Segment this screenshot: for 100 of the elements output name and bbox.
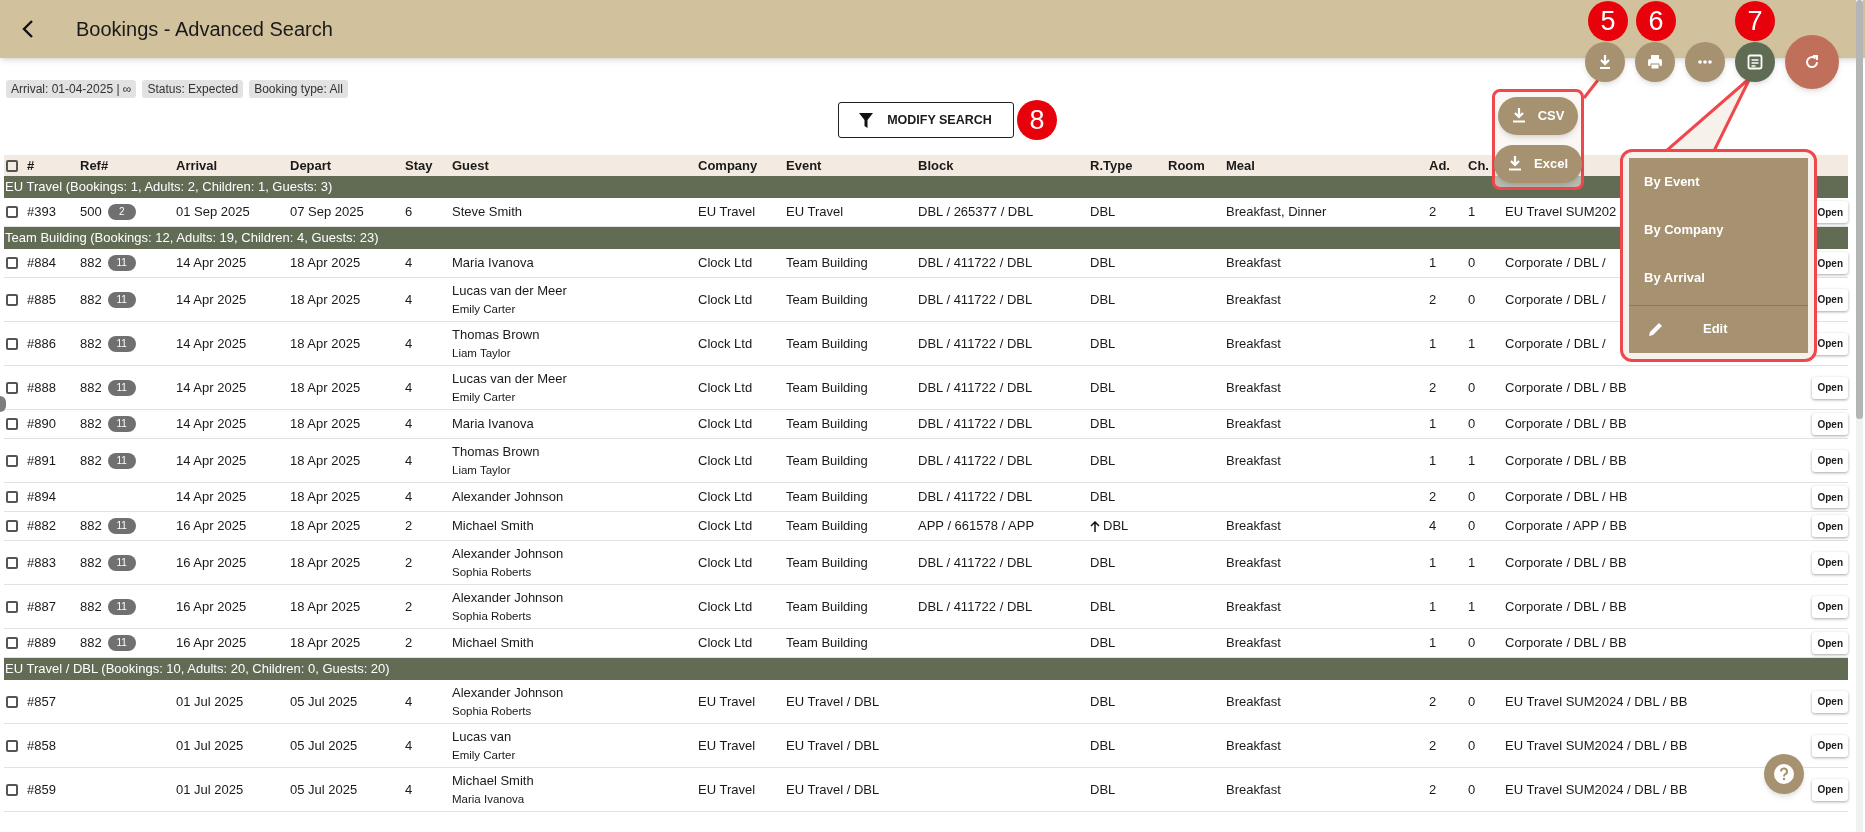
filter-chip[interactable]: Arrival: 01-04-2025 | ∞ [6, 80, 137, 98]
open-button[interactable]: Open [1812, 486, 1848, 508]
column-header[interactable]: Ref# [80, 155, 176, 176]
column-header[interactable]: R.Type [1090, 155, 1168, 176]
table-cell: 18 Apr 2025 [290, 291, 361, 307]
open-button[interactable]: Open [1812, 376, 1848, 399]
open-button[interactable]: Open [1812, 778, 1848, 801]
download-button[interactable] [1585, 42, 1625, 82]
column-header[interactable]: Ad. [1429, 155, 1468, 176]
row-checkbox[interactable] [6, 695, 18, 708]
table-cell-text: 882 [80, 553, 102, 572]
column-header[interactable]: Company [698, 155, 786, 176]
table-cell: 6 [405, 204, 413, 220]
table-cell: 0 [1468, 518, 1476, 534]
select-all-checkbox[interactable] [6, 159, 18, 172]
count-badge: 11 [107, 335, 136, 352]
table-cell: 2 [1429, 489, 1437, 505]
view-button[interactable] [1735, 42, 1775, 82]
table-cell: EU Travel [698, 204, 756, 220]
column-header[interactable]: Arrival [176, 155, 290, 176]
table-cell: 18 Apr 2025 [290, 554, 361, 570]
table-cell: Corporate / DBL / BB [1505, 452, 1627, 468]
column-header[interactable]: Room [1168, 155, 1226, 176]
row-checkbox[interactable] [6, 293, 18, 306]
guest-name: Alexander Johnson [452, 544, 565, 563]
modify-search-button[interactable]: MODIFY SEARCH [837, 102, 1014, 138]
column-header[interactable]: Event [786, 155, 918, 176]
open-button[interactable]: Open [1812, 632, 1848, 654]
table-cell: 18 Apr 2025 [290, 489, 361, 505]
refresh-button[interactable] [1785, 35, 1839, 89]
table-cell: Breakfast, Dinner [1226, 204, 1327, 220]
open-button[interactable]: Open [1812, 595, 1848, 618]
help-button[interactable] [1764, 754, 1804, 794]
table-cell: 0 [1468, 635, 1476, 651]
count-badge: 2 [107, 204, 136, 220]
table-cell: 1 [1429, 598, 1437, 614]
row-checkbox[interactable] [6, 739, 18, 752]
download-icon [1511, 108, 1526, 123]
column-header[interactable]: Block [918, 155, 1090, 176]
open-button[interactable]: Open [1812, 551, 1848, 574]
booking-number: #858 [27, 737, 56, 753]
guest-name: Lucas van der Meer [452, 369, 568, 388]
filter-chip[interactable]: Status: Expected [142, 80, 244, 98]
scrollbar[interactable] [1856, 0, 1863, 832]
table-cell: 1 [1429, 255, 1437, 271]
back-icon[interactable] [21, 19, 35, 39]
row-checkbox[interactable] [6, 418, 18, 430]
table-cell: DBL / 411722 / DBL [918, 489, 1033, 505]
table-cell: Corporate / DBL / BB [1505, 379, 1627, 395]
open-button[interactable]: Open [1812, 449, 1848, 472]
row-checkbox[interactable] [6, 206, 18, 218]
open-button[interactable]: Open [1812, 734, 1848, 757]
table-cell: 0 [1468, 737, 1476, 753]
table-cell: APP / 661578 / APP [918, 518, 1035, 534]
table-cell: 18 Apr 2025 [290, 598, 361, 614]
table-cell-text: DBL [1090, 736, 1116, 755]
column-header[interactable]: Guest [452, 155, 698, 176]
row-checkbox[interactable] [6, 783, 18, 796]
open-button[interactable]: Open [1812, 515, 1848, 537]
menu-item-label: By Arrival [1644, 269, 1705, 288]
table-cell-text: DBL [1090, 451, 1116, 470]
guest-name: Michael Smith [452, 634, 535, 652]
row-checkbox[interactable] [6, 637, 18, 649]
row-checkbox[interactable] [6, 556, 18, 569]
more-button[interactable] [1685, 42, 1725, 82]
table-cell: 1 [1468, 554, 1476, 570]
row-checkbox[interactable] [6, 520, 18, 532]
table-cell: Breakfast [1226, 737, 1281, 753]
table-cell: Clock Ltd [698, 452, 753, 468]
open-button[interactable]: Open [1812, 690, 1848, 713]
count-badge: 11 [107, 416, 136, 432]
table-cell: 18 Apr 2025 [290, 335, 361, 351]
table-cell: Team Building [786, 598, 868, 614]
print-button[interactable] [1635, 42, 1675, 82]
table-cell: 14 Apr 2025 [176, 379, 247, 395]
filter-chip[interactable]: Booking type: All [249, 80, 348, 98]
table-cell: Breakfast [1226, 452, 1281, 468]
table-cell: Clock Ltd [698, 416, 753, 432]
row-checkbox[interactable] [6, 257, 18, 269]
table-cell: 05 Jul 2025 [290, 781, 358, 797]
table-cell: DBL / 265377 / DBL [918, 204, 1034, 220]
table-cell: EU Travel / DBL [786, 737, 880, 753]
row-checkbox[interactable] [6, 600, 18, 613]
row-checkbox[interactable] [6, 454, 18, 467]
booking-number: #857 [27, 693, 56, 709]
table-cell-text: DBL [1090, 334, 1116, 353]
open-button[interactable]: Open [1812, 413, 1848, 435]
table-cell: Clock Ltd [698, 518, 753, 534]
column-header[interactable]: Depart [290, 155, 405, 176]
row-checkbox[interactable] [6, 491, 18, 503]
column-header[interactable]: # [27, 155, 80, 176]
scrollbar-thumb[interactable] [1856, 0, 1863, 419]
guest-name: Liam Taylor [452, 345, 512, 361]
table-cell: 2 [1429, 379, 1437, 395]
column-header[interactable]: Meal [1226, 155, 1429, 176]
table-cell: Team Building [786, 554, 868, 570]
row-checkbox[interactable] [6, 381, 18, 394]
table-cell: EU Travel SUM2024 / DBL / BB [1505, 781, 1688, 797]
column-header[interactable]: Stay [405, 155, 452, 176]
row-checkbox[interactable] [6, 337, 18, 350]
